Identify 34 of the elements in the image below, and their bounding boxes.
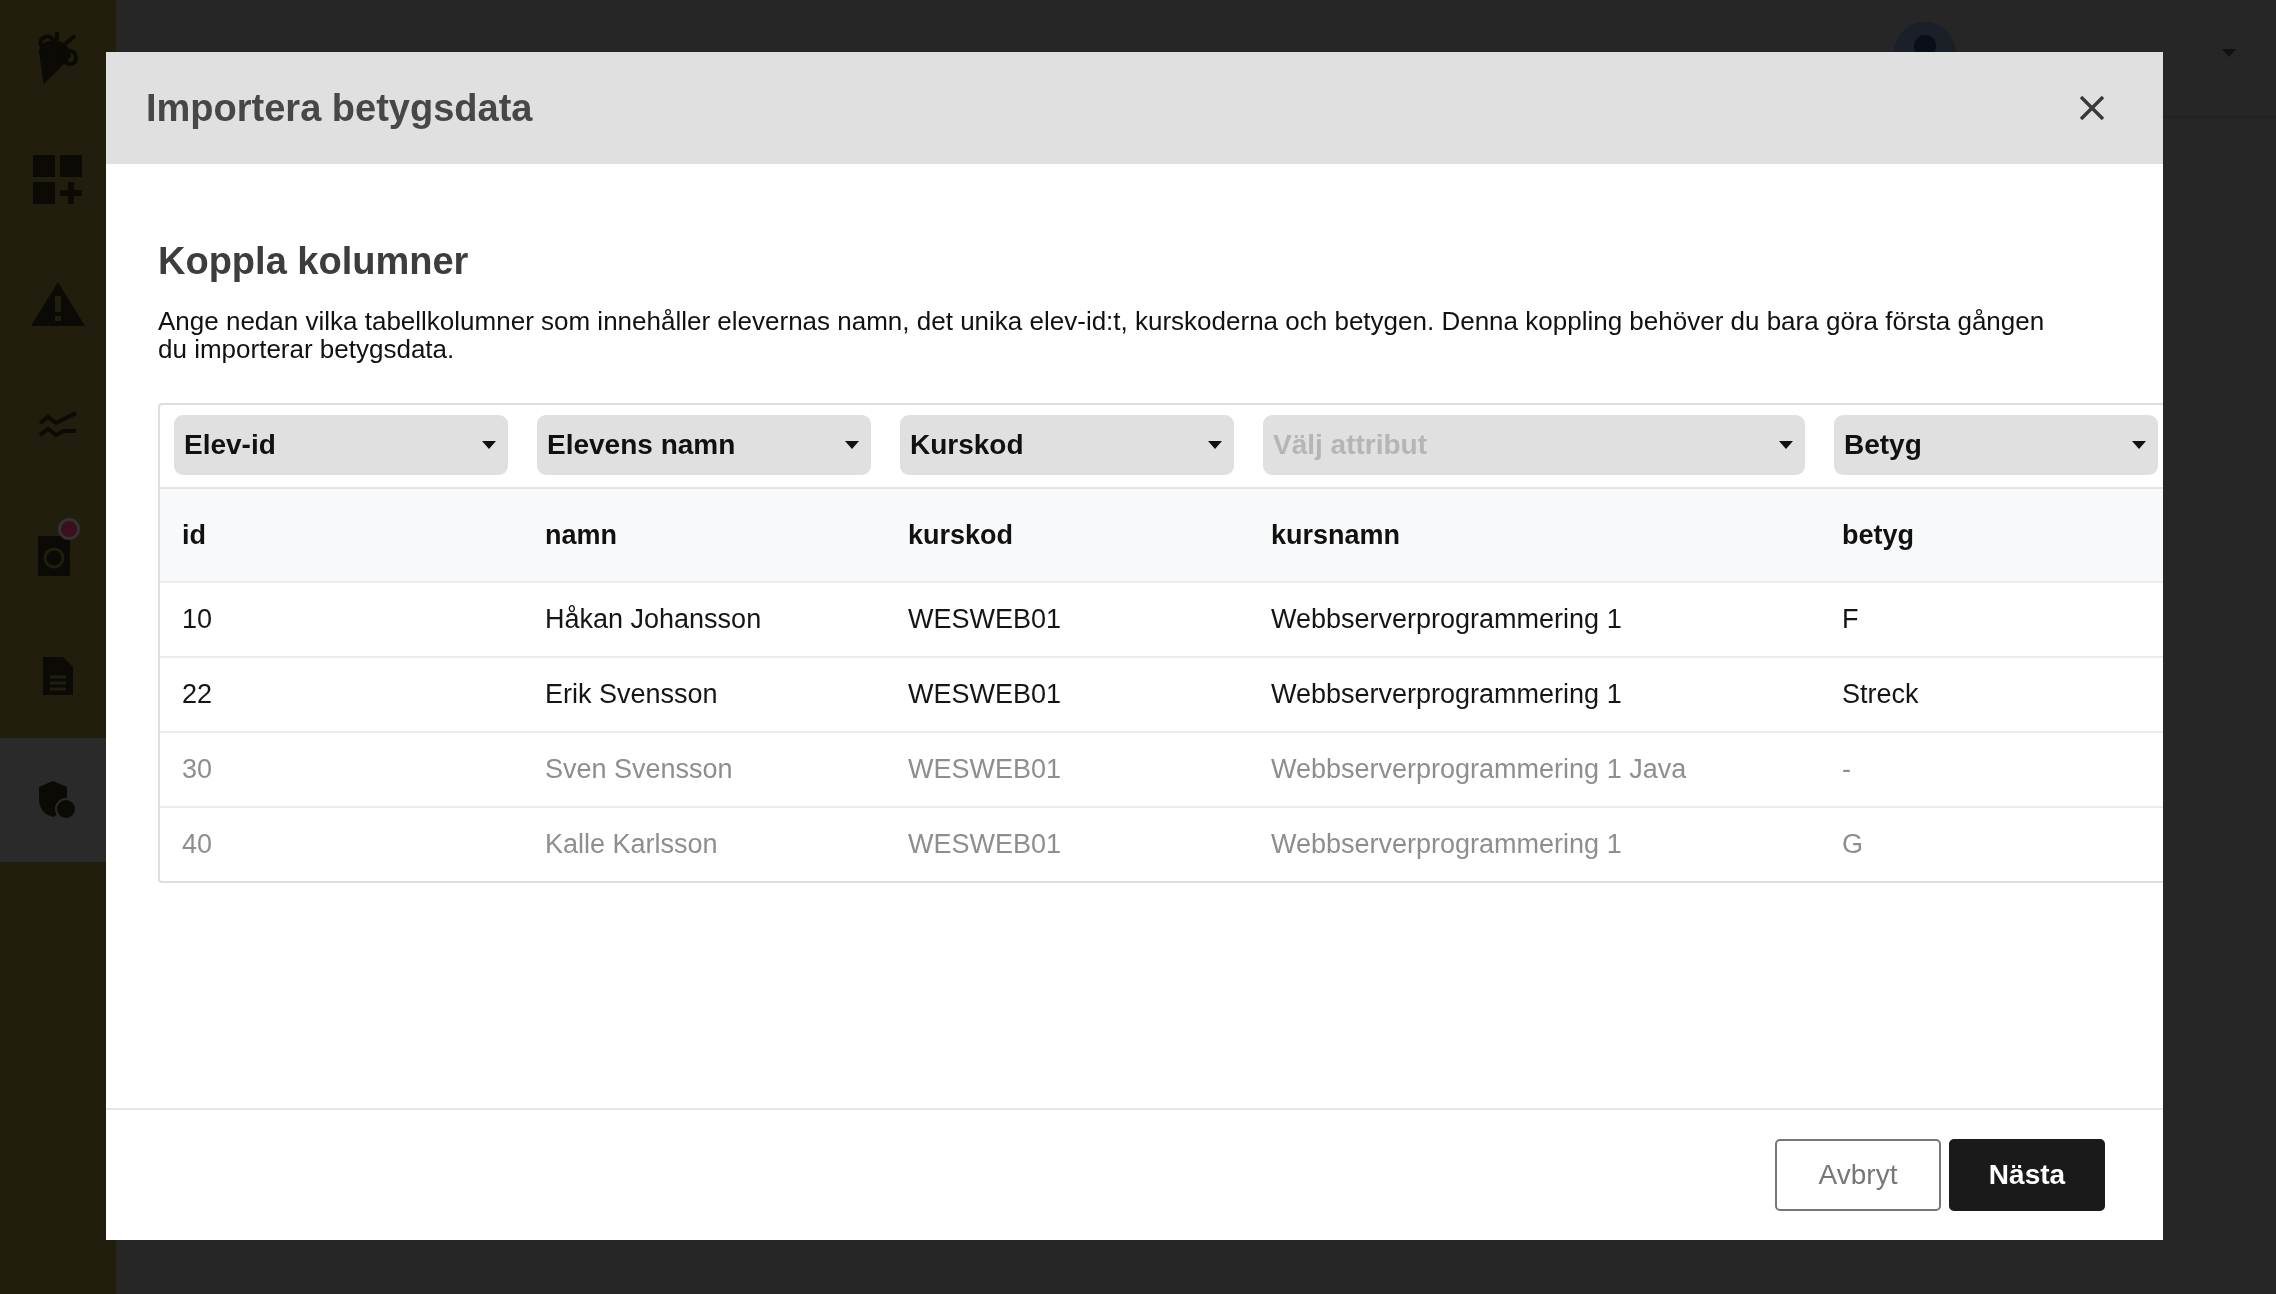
- table-cell-text: Webbserverprogrammering 1: [1270, 829, 1623, 860]
- description-text: Ange nedan vilka tabellkolumner som innehåller elevernas namn, det unika elev-id:t, kurskoderna och betygen. Denna koppling behöver du bara göra första gången du importerar betygsdata.: [158, 307, 2046, 363]
- table-cell-text: 22: [181, 679, 214, 710]
- dialog-title: Importera betygsdata: [146, 86, 533, 130]
- column-header: betyg: [1841, 519, 1915, 551]
- table-cell-text: 40: [181, 829, 214, 860]
- column-select[interactable]: Elevens namn: [537, 415, 871, 475]
- column-header: id: [181, 519, 207, 551]
- table-cell-text: Webbserverprogrammering 1: [1270, 679, 1623, 710]
- table-cell-text: Streck: [1841, 679, 1920, 710]
- column-select[interactable]: Elev-id: [174, 415, 508, 475]
- column-header: namn: [544, 519, 618, 551]
- table-cell-text: 10: [181, 604, 214, 635]
- column-header: kurskod: [907, 519, 1015, 551]
- table-cell-text: Erik Svensson: [544, 679, 719, 710]
- table-cell-text: WESWEB01: [907, 754, 1063, 785]
- table-cell-text: Kalle Karlsson: [544, 829, 719, 860]
- table-cell-text: Håkan Johansson: [544, 604, 763, 635]
- column-header: kursnamn: [1270, 519, 1402, 551]
- table-cell-text: -: [1841, 754, 1852, 785]
- table-cell-text: Webbserverprogrammering 1: [1270, 604, 1623, 635]
- table-cell-text: 30: [181, 754, 214, 785]
- section-title: Koppla kolumner: [158, 240, 470, 283]
- table-cell-text: G: [1841, 829, 1864, 860]
- table-cell-text: Webbserverprogrammering 1 Java: [1270, 754, 1688, 785]
- table-cell-text: WESWEB01: [907, 829, 1063, 860]
- table-cell-text: Sven Svensson: [544, 754, 734, 785]
- table-cell-text: F: [1841, 604, 1860, 635]
- table-cell-text: WESWEB01: [907, 604, 1063, 635]
- column-select[interactable]: Betyg: [1834, 415, 2158, 475]
- next-button[interactable]: Nästa: [1949, 1139, 2105, 1211]
- cancel-button[interactable]: Avbryt: [1775, 1139, 1941, 1211]
- table-cell-text: WESWEB01: [907, 679, 1063, 710]
- column-select[interactable]: Kurskod: [900, 415, 1234, 475]
